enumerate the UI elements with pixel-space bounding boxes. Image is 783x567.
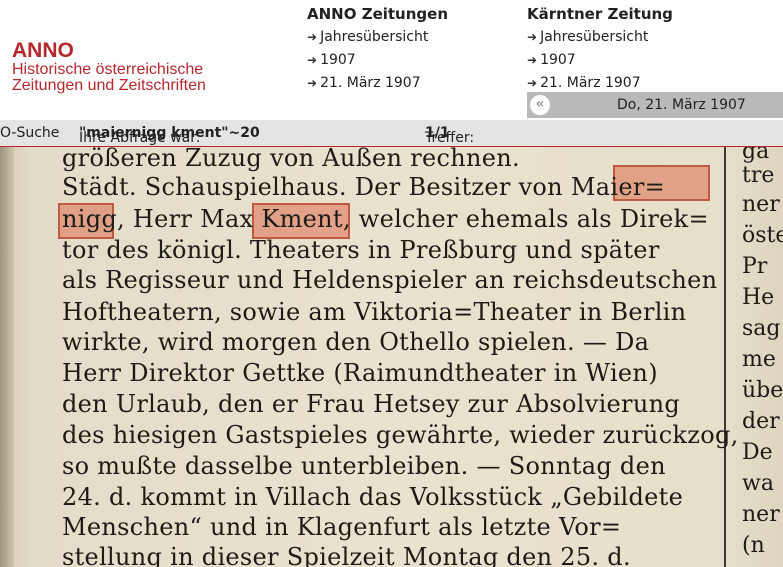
adjacent-column-text: me: [742, 347, 776, 372]
issue-date-bar: « Do, 21. März 1907: [527, 92, 783, 118]
text-line: Menschen“ und in Klagenfurt als letzte V…: [62, 513, 622, 541]
arrow-right-icon: ➜: [307, 30, 318, 44]
text-line: stellung in dieser Spielzeit Montag den …: [62, 543, 631, 567]
newspaper-scan[interactable]: größeren Zuzug von Außen rechnen. Städt.…: [0, 147, 783, 567]
adjacent-column-text: sag: [742, 316, 781, 341]
text-line: 24. d. kommt in Villach das Volksstück „…: [62, 483, 684, 511]
page-fold-shadow: [0, 147, 14, 567]
issue-date: Do, 21. März 1907: [617, 97, 746, 113]
nav-kaerntner-zeitung: Kärntner Zeitung ➜ Jahresübersicht ➜ 1907 …: [527, 4, 673, 95]
nav-anno-zeitungen: ANNO Zeitungen ➜ Jahresübersicht ➜ 1907 ➜ 2…: [307, 4, 448, 95]
adjacent-column-text: He: [742, 285, 775, 310]
arrow-right-icon: ➜: [307, 76, 318, 90]
nav-link-year[interactable]: ➜ 1907: [527, 49, 673, 72]
nav-heading-anno-zeitungen[interactable]: ANNO Zeitungen: [307, 4, 448, 24]
header: ANNO Historische österreichische Zeitung…: [0, 0, 783, 120]
adjacent-column-text: übe: [742, 378, 783, 403]
nav-heading-kaerntner-zeitung[interactable]: Kärntner Zeitung: [527, 4, 673, 24]
double-chevron-left-icon[interactable]: «: [530, 95, 550, 115]
adjacent-column-text: öste: [742, 223, 783, 248]
logo-subtitle-line2: Zeitungen und Zeitschriften: [12, 77, 206, 94]
column-rule: [724, 147, 726, 567]
text-line: den Urlaub, den er Frau Hetsey zur Absol…: [62, 390, 681, 418]
arrow-right-icon: ➜: [527, 53, 538, 67]
search-label[interactable]: O-Suche: [0, 125, 59, 141]
adjacent-column-text: der: [742, 409, 780, 434]
adjacent-column-text: ner: [742, 192, 780, 217]
query-info: Ihre Abfrage war: "maiernigg kment"~20: [79, 125, 260, 146]
nav-link-jahresuebersicht[interactable]: ➜ Jahresübersicht: [527, 26, 673, 49]
text-line: so mußte dasselbe unterbleiben. — Sonnta…: [62, 452, 666, 480]
logo-subtitle-line1: Historische österreichische: [12, 61, 204, 78]
text-line: tor des königl. Theaters in Preßburg und…: [62, 236, 660, 264]
hits-info: Treffer: 1/1: [425, 125, 475, 146]
arrow-right-icon: ➜: [527, 30, 538, 44]
text-line: Städt. Schauspielhaus. Der Besitzer von …: [62, 173, 666, 201]
anno-logo[interactable]: ANNO Historische österreichische Zeitung…: [12, 40, 206, 94]
text-line: des hiesigen Gastspieles gewährte, wiede…: [62, 421, 739, 449]
adjacent-column-text: (n: [742, 533, 765, 558]
text-line: Hoftheatern, sowie am Viktoria=Theater i…: [62, 298, 687, 326]
nav-link-date[interactable]: ➜ 21. März 1907: [307, 72, 448, 95]
text-line: Herr Direktor Gettke (Raimundtheater in …: [62, 359, 658, 387]
adjacent-column-text: ner: [742, 502, 780, 527]
adjacent-column-text: wa: [742, 471, 774, 496]
nav-link-jahresuebersicht[interactable]: ➜ Jahresübersicht: [307, 26, 448, 49]
text-line: als Regisseur und Heldenspieler an reich…: [62, 266, 718, 294]
adjacent-column-text: tre: [742, 163, 775, 188]
logo-title: ANNO: [12, 39, 74, 62]
adjacent-column-text: Pr: [742, 254, 768, 279]
nav-link-year[interactable]: ➜ 1907: [307, 49, 448, 72]
text-line: größeren Zuzug von Außen rechnen.: [62, 147, 520, 172]
text-line: nigg, Herr Max Kment, welcher ehemals al…: [62, 205, 709, 233]
adjacent-column-text: gä: [742, 147, 770, 164]
arrow-right-icon: ➜: [307, 53, 318, 67]
text-line: wirkte, wird morgen den Othello spielen.…: [62, 328, 650, 356]
search-info-bar: O-Suche Ihre Abfrage war: "maiernigg kme…: [0, 120, 783, 147]
arrow-right-icon: ➜: [527, 76, 538, 90]
adjacent-column-text: De: [742, 440, 773, 465]
